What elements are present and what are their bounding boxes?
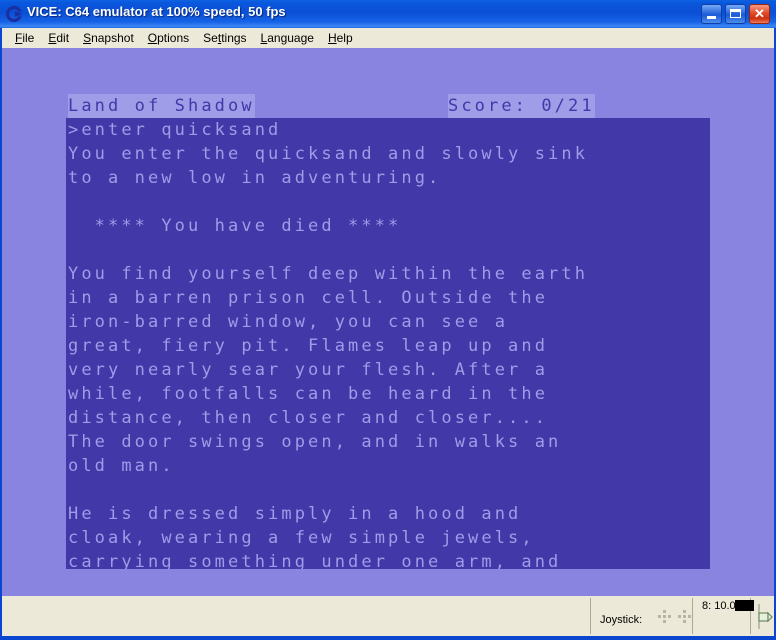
- screen-line: cloak, wearing a few simple jewels,: [68, 528, 535, 548]
- screen-line: carrying something under one arm, and: [68, 552, 562, 569]
- drive-status-text[interactable]: 8: 10.0: [702, 600, 736, 612]
- screen-line: distance, then closer and closer....: [68, 408, 549, 428]
- screen-line: **** You have died ****: [68, 216, 402, 236]
- joystick-label: Joystick:: [600, 614, 643, 626]
- screen-line: [66, 238, 710, 262]
- joystick-dots-icon[interactable]: [654, 610, 698, 630]
- screen-line: iron-barred window, you can see a: [68, 312, 509, 332]
- window-title: VICE: C64 emulator at 100% speed, 50 fps: [27, 4, 286, 19]
- screen-line: You find yourself deep within the earth: [68, 264, 589, 284]
- tape-counter-icon[interactable]: [755, 604, 773, 630]
- screen-line: You enter the quicksand and slowly sink: [68, 144, 589, 164]
- drive-led-indicator: [735, 600, 754, 611]
- window-frame-bottom: [0, 636, 776, 640]
- statusbar: Joystick: 8: 10.0: [2, 596, 774, 636]
- screen-line: The door swings open, and in walks an: [68, 432, 562, 452]
- vice-logo-icon: [5, 5, 24, 23]
- menu-item-edit[interactable]: Edit: [41, 29, 76, 47]
- game-status-line: Land of Shadow Score: 0/21: [66, 94, 710, 118]
- c64-text-screen[interactable]: >enter quicksand You enter the quicksand…: [66, 118, 710, 569]
- menu-item-language[interactable]: Language: [254, 29, 321, 47]
- screen-line: to a new low in adventuring.: [68, 168, 442, 188]
- maximize-icon: [730, 9, 741, 18]
- screen-line: [66, 190, 710, 214]
- close-button[interactable]: ✕: [749, 4, 770, 24]
- screen-line: while, footfalls can be heard in the: [68, 384, 549, 404]
- menu-item-options[interactable]: Options: [141, 29, 196, 47]
- menu-item-file[interactable]: File: [8, 29, 41, 47]
- maximize-button[interactable]: [725, 4, 746, 24]
- screen-line: He is dressed simply in a hood and: [68, 504, 522, 524]
- menu-item-help[interactable]: Help: [321, 29, 360, 47]
- menubar[interactable]: File Edit Snapshot Options Settings Lang…: [2, 28, 774, 48]
- emulator-client-area[interactable]: Land of Shadow Score: 0/21 >enter quicks…: [2, 48, 774, 596]
- menu-item-settings[interactable]: Settings: [196, 29, 253, 47]
- window-frame-left: [0, 28, 2, 640]
- minimize-icon: [707, 16, 716, 19]
- screen-line: in a barren prison cell. Outside the: [68, 288, 549, 308]
- statusbar-divider: [590, 598, 591, 634]
- screen-line: >enter quicksand: [68, 120, 282, 140]
- screen-line: [66, 478, 710, 502]
- screen-line: very nearly sear your flesh. After a: [68, 360, 549, 380]
- screen-line: great, fiery pit. Flames leap up and: [68, 336, 549, 356]
- titlebar[interactable]: VICE: C64 emulator at 100% speed, 50 fps…: [0, 0, 776, 28]
- minimize-button[interactable]: [701, 4, 722, 24]
- game-title: Land of Shadow: [68, 94, 255, 118]
- close-icon: ✕: [754, 6, 765, 21]
- vice-emulator-window: VICE: C64 emulator at 100% speed, 50 fps…: [0, 0, 776, 640]
- screen-line: old man.: [68, 456, 175, 476]
- score-display: Score: 0/21: [448, 94, 595, 118]
- menu-item-snapshot[interactable]: Snapshot: [76, 29, 141, 47]
